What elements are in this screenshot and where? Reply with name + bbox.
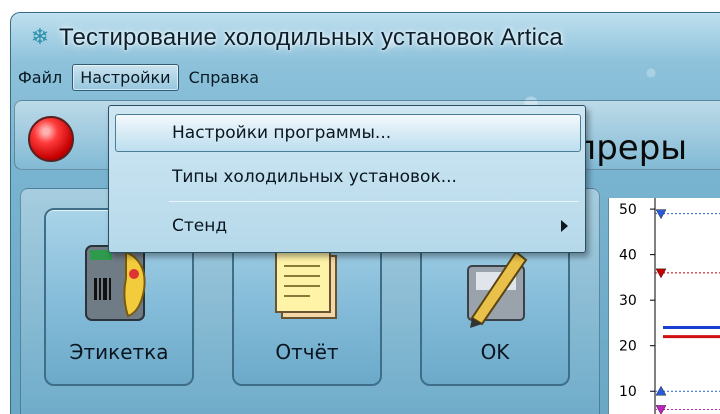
menu-bar: Файл Настройки Справка (10, 62, 269, 92)
chart-series-1 (655, 268, 720, 279)
menu-settings[interactable]: Настройки (72, 63, 179, 91)
title-bar[interactable]: ❄ Тестирование холодильных установок Art… (11, 13, 720, 63)
menu-item-unit-types[interactable]: Типы холодильных установок... (115, 158, 581, 196)
menu-file[interactable]: Файл (10, 64, 70, 91)
y-tick-label: 30 (619, 293, 637, 309)
label-button-text: Этикетка (69, 340, 169, 364)
settings-dropdown-menu: Настройки программы... Типы холодильных … (108, 105, 586, 253)
chart-canvas: 50 40 30 20 10 (619, 198, 720, 414)
chevron-right-icon (561, 220, 568, 232)
snowflake-icon: ❄ (30, 25, 50, 50)
menu-separator (169, 201, 579, 202)
status-indicator-light (28, 116, 74, 162)
menu-item-stand-label: Стенд (172, 216, 228, 236)
menu-help[interactable]: Справка (181, 64, 268, 91)
y-tick-label: 50 (619, 202, 637, 218)
series-marker (655, 268, 667, 279)
y-tick-label: 40 (619, 248, 637, 264)
y-tick-label: 20 (619, 339, 637, 355)
menu-item-program-settings[interactable]: Настройки программы... (115, 114, 581, 152)
chart-series-0 (655, 209, 720, 220)
menu-item-program-settings-label: Настройки программы... (172, 123, 392, 143)
menu-item-unit-types-label: Типы холодильных установок... (172, 167, 457, 187)
menu-item-stand[interactable]: Стенд (115, 207, 581, 245)
status-header-text: преры (574, 128, 688, 168)
report-button-text: Отчёт (275, 340, 339, 364)
chart-series-5 (655, 405, 720, 414)
chart-series-4 (655, 385, 720, 396)
window-title: Тестирование холодильных установок Artic… (59, 24, 563, 51)
series-marker (655, 209, 667, 220)
ok-button-text: OK (480, 340, 510, 364)
y-tick-label: 10 (619, 384, 637, 400)
temperature-chart: 50 40 30 20 10 (608, 198, 720, 414)
